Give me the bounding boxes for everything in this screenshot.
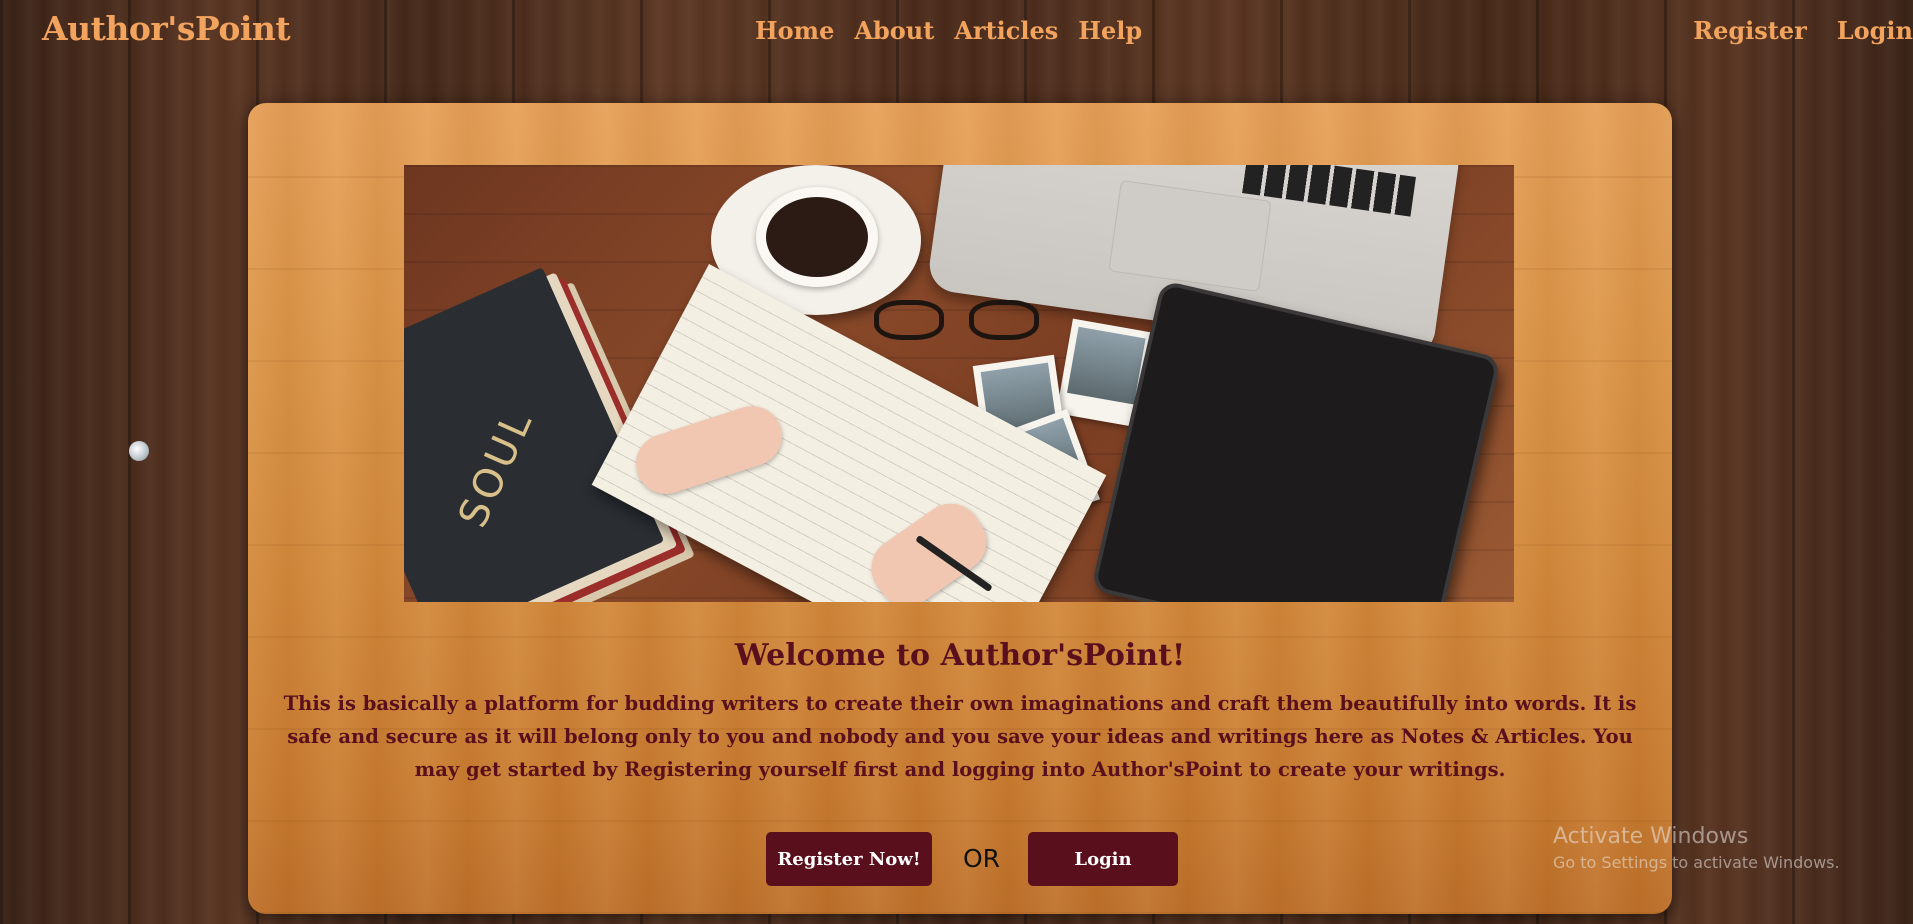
nav-help-link[interactable]: Help: [1078, 16, 1142, 45]
auth-nav: Register Login: [1693, 16, 1913, 45]
tablet: [1090, 279, 1502, 602]
register-now-button[interactable]: Register Now!: [766, 832, 932, 886]
welcome-description: This is basically a platform for budding…: [283, 692, 1637, 781]
nav-register-link[interactable]: Register: [1693, 16, 1807, 45]
coffee: [766, 197, 868, 277]
nav-login-link[interactable]: Login: [1837, 16, 1913, 45]
activate-windows-watermark: Activate Windows Go to Settings to activ…: [1553, 824, 1840, 872]
eyeglasses: [874, 300, 1054, 344]
nav-about-link[interactable]: About: [854, 16, 934, 45]
top-navbar: Author'sPoint Home About Articles Help R…: [0, 0, 1913, 70]
welcome-heading: Welcome to Author'sPoint!: [734, 638, 1186, 673]
watermark-subtitle: Go to Settings to activate Windows.: [1553, 853, 1840, 872]
wall-pin-decoration: [129, 441, 149, 461]
welcome-card: SOUL Welcome to Author'sPoint! This is b…: [248, 103, 1672, 914]
nav-home-link[interactable]: Home: [755, 16, 834, 45]
watermark-title: Activate Windows: [1553, 824, 1749, 849]
or-separator: OR: [963, 844, 1001, 873]
main-nav: Home About Articles Help: [755, 16, 1142, 45]
hero-image: SOUL: [404, 165, 1514, 602]
login-button[interactable]: Login: [1028, 832, 1178, 886]
brand-logo[interactable]: Author'sPoint: [42, 9, 291, 48]
nav-articles-link[interactable]: Articles: [954, 16, 1058, 45]
